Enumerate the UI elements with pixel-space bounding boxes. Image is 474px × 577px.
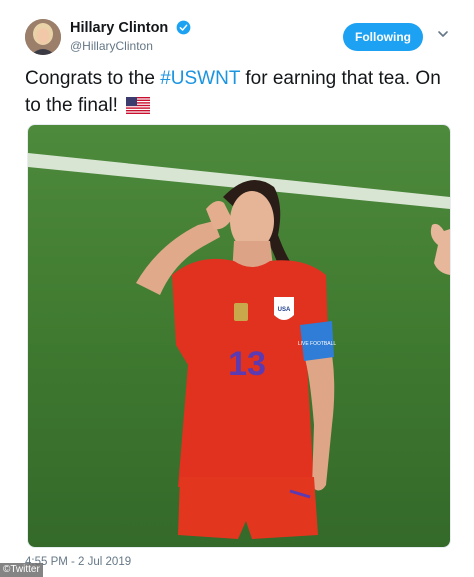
chevron-down-icon[interactable] (436, 27, 450, 41)
avatar[interactable] (25, 19, 61, 55)
following-button[interactable]: Following (343, 23, 423, 51)
tweet-header: Hillary Clinton @HillaryClinton Followin… (25, 18, 455, 60)
tweet-text-prefix: Congrats to the (25, 68, 161, 89)
tweet-photo[interactable]: LIVE FOOTBALL USA 13 (27, 124, 451, 548)
author-handle[interactable]: @HillaryClinton (70, 37, 191, 55)
verified-badge-icon (176, 20, 191, 34)
armband-text: LIVE FOOTBALL (298, 341, 337, 347)
avatar-image (25, 19, 61, 55)
author-display-name[interactable]: Hillary Clinton (70, 19, 168, 37)
source-badge: ©Twitter (0, 563, 43, 577)
author-names: Hillary Clinton @HillaryClinton (70, 19, 191, 55)
usa-crest-text: USA (278, 307, 291, 313)
hashtag-link[interactable]: #USWNT (160, 68, 240, 89)
jersey-number: 13 (228, 345, 266, 383)
photo-scene: LIVE FOOTBALL USA 13 (28, 125, 450, 547)
gold-star-patch (234, 303, 248, 321)
tweet-text: Congrats to the #USWNT for earning that … (25, 65, 455, 119)
us-flag-icon (126, 97, 151, 114)
